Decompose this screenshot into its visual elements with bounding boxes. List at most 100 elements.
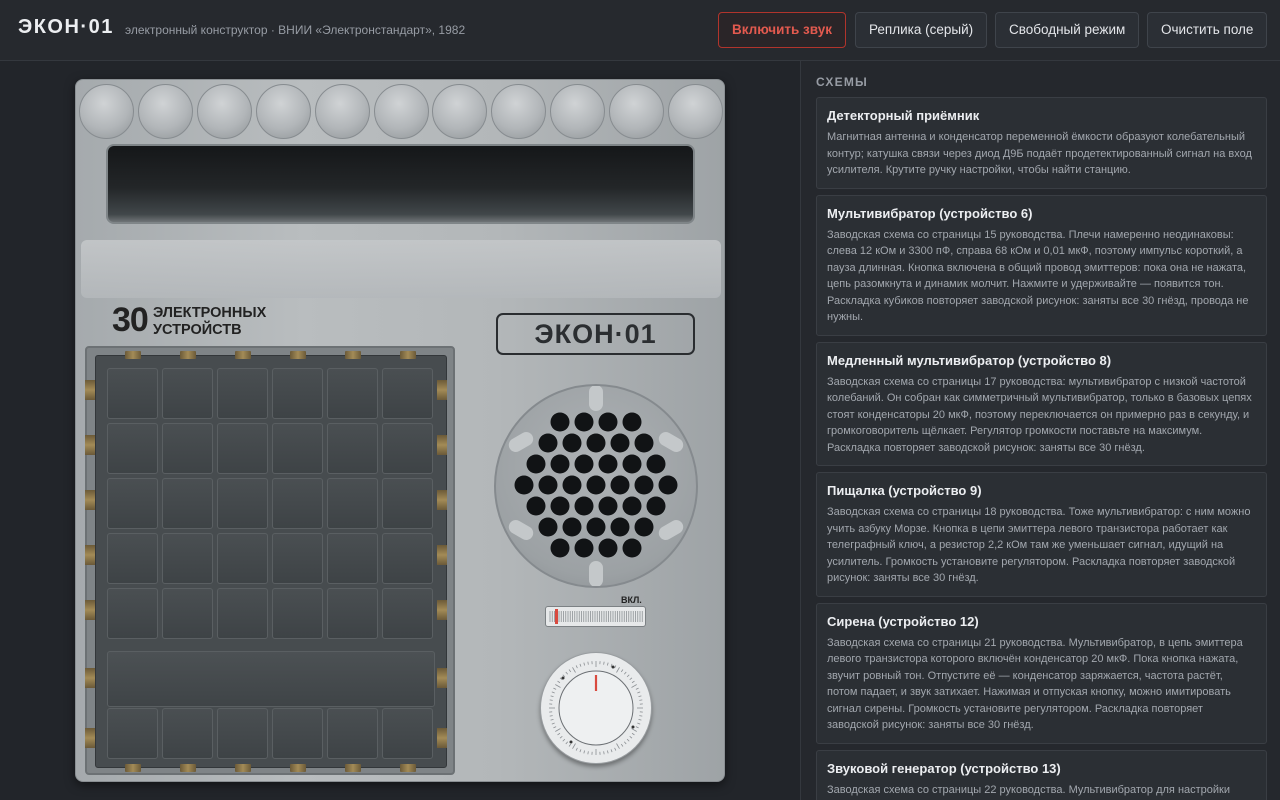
speaker-hole xyxy=(562,475,582,495)
speaker-hole xyxy=(622,454,642,474)
board-connector xyxy=(400,351,416,359)
board-slot[interactable] xyxy=(217,423,268,474)
dial-tick xyxy=(607,662,609,666)
board-slot[interactable] xyxy=(272,368,323,419)
board-connector xyxy=(85,728,95,748)
speaker-hole xyxy=(574,412,594,432)
board-slot[interactable] xyxy=(272,533,323,584)
speaker-rib xyxy=(658,432,684,452)
board-slot[interactable] xyxy=(272,423,323,474)
board-slot[interactable] xyxy=(217,478,268,529)
board-slot[interactable] xyxy=(327,423,378,474)
device-screen xyxy=(106,144,695,224)
dial-mark xyxy=(631,725,635,729)
clear-field-button[interactable]: Очистить поле xyxy=(1147,12,1268,48)
speaker-rib xyxy=(589,386,603,411)
dial-tick xyxy=(629,735,633,739)
board-slot[interactable] xyxy=(382,368,433,419)
power-switch[interactable] xyxy=(545,606,646,627)
speaker-hole xyxy=(538,475,558,495)
board-slot[interactable] xyxy=(382,708,433,759)
board-slot[interactable] xyxy=(162,708,213,759)
board-slot[interactable] xyxy=(327,533,378,584)
board-slot[interactable] xyxy=(327,368,378,419)
dial-tick xyxy=(583,750,585,754)
circuit-card[interactable]: Мультивибратор (устройство 6) Заводская с… xyxy=(816,194,1267,336)
board-slot-wide[interactable] xyxy=(107,651,435,707)
replica-gray-button[interactable]: Реплика (серый) xyxy=(855,12,988,48)
board-slot[interactable] xyxy=(327,478,378,529)
dial-tick xyxy=(631,732,635,736)
tuning-dial[interactable] xyxy=(540,652,652,764)
dial-tick xyxy=(639,715,643,717)
enable-sound-button[interactable]: Включить звук xyxy=(718,12,846,48)
dial-scale xyxy=(549,661,643,755)
board-slot[interactable] xyxy=(272,708,323,759)
dial-mark xyxy=(561,676,565,680)
circuit-card[interactable]: Медленный мультивибратор (устройство 8) З… xyxy=(816,341,1267,466)
board-slot[interactable] xyxy=(382,423,433,474)
dial-tick xyxy=(616,743,620,749)
speaker-hole xyxy=(586,475,606,495)
board-connector xyxy=(400,764,416,772)
speaker-hole xyxy=(574,454,594,474)
dial-tick xyxy=(555,728,561,732)
circuit-card[interactable]: Звуковой генератор (устройство 13) Заводс… xyxy=(816,749,1267,800)
board-slot[interactable] xyxy=(162,423,213,474)
dial-tick xyxy=(614,747,617,751)
board-slot[interactable] xyxy=(217,588,268,639)
speaker-hole xyxy=(658,475,678,495)
dial-tick xyxy=(587,661,589,665)
board-slot[interactable] xyxy=(162,533,213,584)
top-bar: ЭКОН·01 электронный конструктор · ВНИИ «… xyxy=(0,0,1280,61)
board-slot[interactable] xyxy=(382,533,433,584)
circuit-card[interactable]: Пищалка (устройство 9) Заводская схема со… xyxy=(816,472,1267,597)
device-count-label: ЭЛЕКТРОННЫХ УСТРОЙСТВ xyxy=(153,305,267,338)
knob-row xyxy=(79,84,723,140)
free-mode-button[interactable]: Свободный режим xyxy=(995,12,1140,48)
speaker-hole xyxy=(598,538,618,558)
board-slot[interactable] xyxy=(217,368,268,419)
top-knob xyxy=(432,84,488,139)
top-knob xyxy=(196,84,252,139)
board-connector xyxy=(437,435,447,455)
dial-tick xyxy=(623,671,627,675)
board-slot[interactable] xyxy=(327,708,378,759)
board-connector xyxy=(125,764,141,772)
board-connector xyxy=(290,351,306,359)
board-slot[interactable] xyxy=(272,478,323,529)
board-slot[interactable] xyxy=(162,588,213,639)
board-slot[interactable] xyxy=(382,478,433,529)
board-slot[interactable] xyxy=(217,533,268,584)
panel-title: СХЕМЫ xyxy=(816,75,868,89)
dial-tick xyxy=(616,667,620,673)
dial-tick xyxy=(631,728,637,732)
board-slot[interactable] xyxy=(107,423,158,474)
power-switch-label: ВКЛ. xyxy=(621,595,642,605)
board-slot[interactable] xyxy=(107,533,158,584)
circuit-card[interactable]: Сирена (устройство 12) Заводская схема со… xyxy=(816,602,1267,744)
speaker-hole xyxy=(526,454,546,474)
board-slot[interactable] xyxy=(217,708,268,759)
speaker-hole xyxy=(574,496,594,516)
dial-tick xyxy=(635,687,639,690)
speaker-rib xyxy=(508,520,534,540)
board-slot[interactable] xyxy=(327,588,378,639)
board-slot[interactable] xyxy=(162,368,213,419)
circuit-card[interactable]: Детекторный приёмник Магнитная антенна и … xyxy=(816,97,1267,189)
board-slot[interactable] xyxy=(107,478,158,529)
switch-handle[interactable] xyxy=(555,609,558,624)
dial-tick xyxy=(568,669,572,673)
board-slot[interactable] xyxy=(107,368,158,419)
board-slot[interactable] xyxy=(107,588,158,639)
dial-tick xyxy=(603,751,605,755)
board-slot[interactable] xyxy=(107,708,158,759)
board-slot[interactable] xyxy=(272,588,323,639)
dial-tick xyxy=(631,684,637,688)
dial-tick xyxy=(553,726,557,729)
board-connector xyxy=(180,764,196,772)
board-slot[interactable] xyxy=(162,478,213,529)
dial-tick xyxy=(549,715,553,717)
board-slot[interactable] xyxy=(382,588,433,639)
board-connector xyxy=(345,351,361,359)
